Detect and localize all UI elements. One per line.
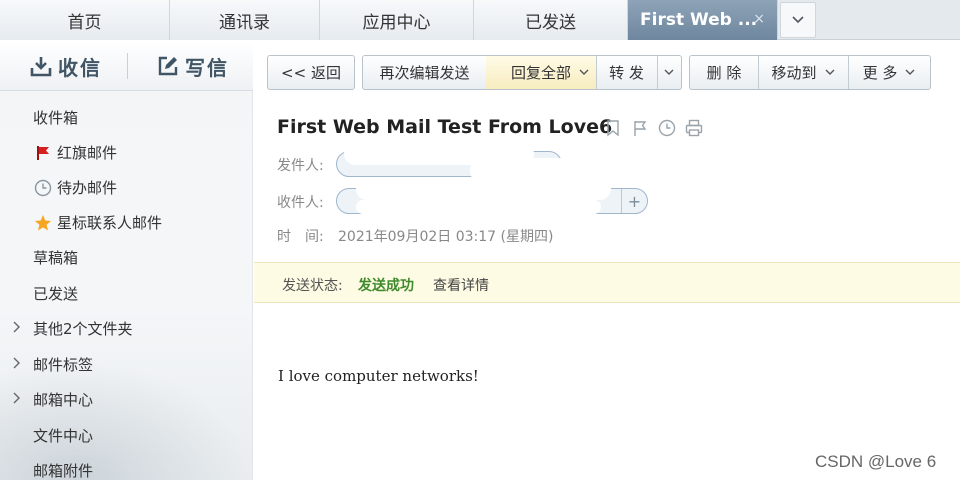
star-icon <box>33 213 53 233</box>
reply-all-dropdown[interactable] <box>571 56 596 89</box>
sidebar-item-other-folders[interactable]: 其他2个文件夹 <box>0 311 253 346</box>
to-label: 收件人: <box>277 195 324 211</box>
forward-button[interactable]: 转 发 <box>596 56 657 89</box>
back-button[interactable]: << 返回 <box>267 55 355 90</box>
forward-dropdown[interactable] <box>657 56 681 89</box>
bookmark-icon[interactable] <box>599 118 626 138</box>
sidebar-item-label: 其他2个文件夹 <box>33 320 133 338</box>
redaction-mark <box>356 200 601 214</box>
sidebar-item-label: 红旗邮件 <box>57 144 118 162</box>
sidebar-item-sent[interactable]: 已发送 <box>0 276 253 311</box>
compose-divider <box>127 53 128 79</box>
sidebar-item-attachments[interactable]: 邮箱附件 <box>0 453 253 480</box>
tab-current-mail[interactable]: First Web ... × <box>628 0 778 40</box>
manage-button-group: 删 除 移动到 更 多 <box>689 55 931 90</box>
send-status-value: 发送成功 <box>358 278 414 294</box>
sidebar-item-starred[interactable]: 星标联系人邮件 <box>0 205 253 240</box>
chevron-down-icon <box>664 69 674 75</box>
write-button[interactable]: 写信 <box>157 41 229 91</box>
redaction-mark <box>356 178 611 200</box>
more-button[interactable]: 更 多 <box>848 56 930 89</box>
sidebar-item-label: 已发送 <box>33 285 79 303</box>
chevron-down-icon <box>825 69 834 75</box>
sidebar-item-label: 文件中心 <box>33 427 94 445</box>
view-details-link[interactable]: 查看详情 <box>433 275 489 295</box>
reply-button-group: 再次编辑发送 回复全部 转 发 <box>362 55 682 90</box>
sidebar-item-label: 草稿箱 <box>33 249 79 267</box>
mail-toolbar: << 返回 再次编辑发送 回复全部 转 发 删 除 移动到 更 多 <box>254 41 960 99</box>
delete-button[interactable]: 删 除 <box>690 56 758 89</box>
inbox-download-icon <box>30 57 52 77</box>
send-status-bar: 发送状态: 发送成功 查看详情 <box>254 262 960 303</box>
clock-icon[interactable] <box>653 118 680 138</box>
tab-overflow-button[interactable] <box>780 2 816 38</box>
watermark: CSDN @Love 6 <box>815 452 937 471</box>
chevron-down-icon <box>792 16 804 24</box>
move-to-button[interactable]: 移动到 <box>758 56 848 89</box>
receive-label: 收信 <box>58 55 102 80</box>
chevron-down-icon <box>905 69 915 75</box>
flag-icon[interactable] <box>626 118 653 138</box>
chevron-right-icon[interactable] <box>12 357 20 369</box>
close-icon[interactable]: × <box>753 11 765 27</box>
from-label: 发件人: <box>277 158 324 174</box>
sent-time: 2021年09月02日 03:17 (星期四) <box>338 229 554 245</box>
sidebar-item-label: 邮箱附件 <box>33 462 94 480</box>
sidebar-item-label: 星标联系人邮件 <box>57 214 163 232</box>
tab-app-center-label: 应用中心 <box>362 12 431 33</box>
time-label: 时 间: <box>277 229 324 245</box>
sidebar: 收信 写信 收件箱 红旗邮件 待办邮件 星标联系人邮件 草稿箱 已发送 其他2个… <box>0 41 253 480</box>
chevron-down-icon <box>579 69 588 75</box>
chevron-right-icon[interactable] <box>12 321 20 333</box>
back-label: << 返回 <box>281 64 341 82</box>
subject-actions <box>599 118 707 138</box>
red-flag-icon <box>33 143 53 163</box>
clock-icon <box>33 178 53 198</box>
reedit-send-label: 再次编辑发送 <box>379 64 470 82</box>
move-to-label: 移动到 <box>771 64 817 82</box>
tab-app-center[interactable]: 应用中心 <box>320 0 474 40</box>
sidebar-item-label: 邮箱中心 <box>33 391 94 409</box>
sidebar-item-mailbox-center[interactable]: 邮箱中心 <box>0 382 253 417</box>
tab-sent-label: 已发送 <box>525 12 576 33</box>
sidebar-item-drafts[interactable]: 草稿箱 <box>0 240 253 275</box>
delete-label: 删 除 <box>706 64 742 82</box>
sidebar-item-file-center[interactable]: 文件中心 <box>0 418 253 453</box>
tab-contacts-label: 通讯录 <box>219 12 270 33</box>
more-label: 更 多 <box>862 64 898 82</box>
tab-home[interactable]: 首页 <box>0 0 170 40</box>
add-recipient-icon[interactable]: + <box>621 189 647 213</box>
top-tab-bar: 首页 通讯录 应用中心 已发送 First Web ... × <box>0 0 960 40</box>
sidebar-item-label: 邮件标签 <box>33 356 94 374</box>
compose-pencil-icon <box>158 56 178 76</box>
reedit-send-button[interactable]: 再次编辑发送 <box>363 56 486 89</box>
mail-subject: First Web Mail Test From Love6 <box>277 116 613 138</box>
print-icon[interactable] <box>680 118 707 138</box>
forward-label: 转 发 <box>609 64 644 82</box>
receive-button[interactable]: 收信 <box>30 41 102 91</box>
tab-contacts[interactable]: 通讯录 <box>170 0 320 40</box>
write-label: 写信 <box>185 55 229 80</box>
send-status-label: 发送状态: <box>282 278 343 294</box>
sidebar-item-mail-tags[interactable]: 邮件标签 <box>0 347 253 382</box>
tab-current-mail-label: First Web ... <box>640 10 758 30</box>
sidebar-item-todo[interactable]: 待办邮件 <box>0 170 253 205</box>
sidebar-item-inbox[interactable]: 收件箱 <box>0 100 253 135</box>
tab-home-label: 首页 <box>67 12 102 33</box>
compose-bar: 收信 写信 <box>0 41 253 91</box>
tab-sent[interactable]: 已发送 <box>474 0 628 40</box>
sidebar-item-label: 待办邮件 <box>57 179 118 197</box>
sidebar-item-label: 收件箱 <box>33 109 79 127</box>
reply-all-label: 回复全部 <box>510 64 571 82</box>
chevron-right-icon[interactable] <box>12 392 20 404</box>
sidebar-item-red-flag[interactable]: 红旗邮件 <box>0 135 253 170</box>
mail-body: I love computer networks! <box>278 367 479 385</box>
